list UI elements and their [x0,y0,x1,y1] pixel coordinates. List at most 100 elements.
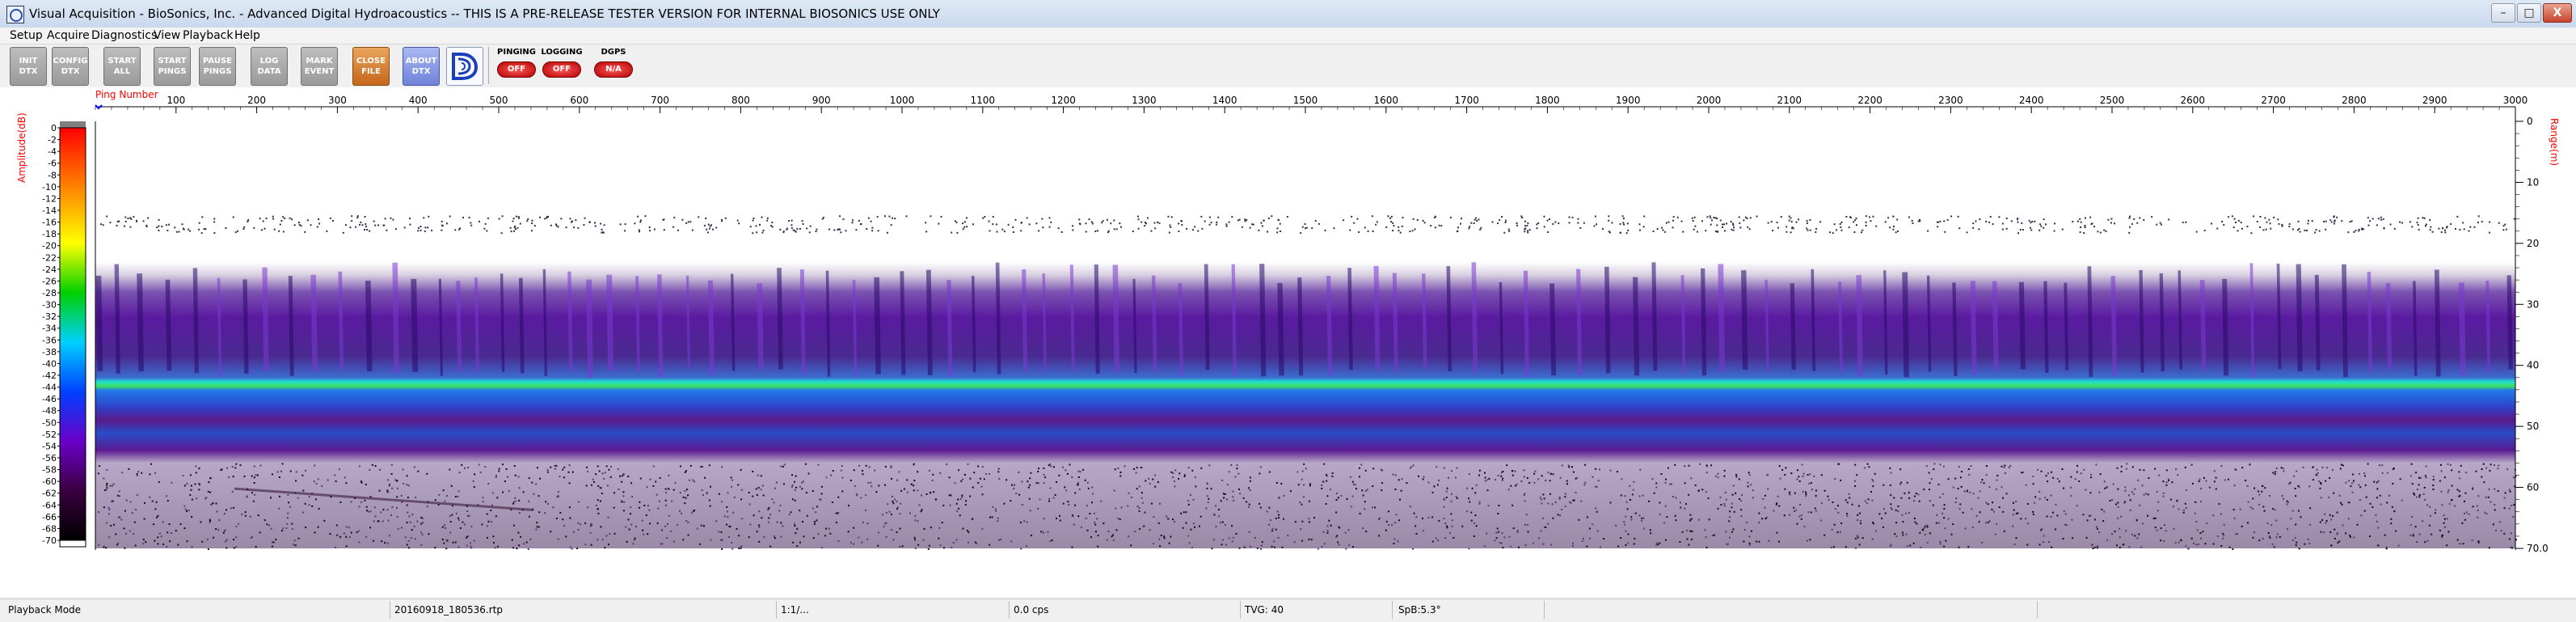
echogram-chart[interactable]: 0-2-4-6-8-10-12-14-16-18-20-22-24-26-28-… [0,87,2576,599]
echo-speckle-dot [2425,223,2427,226]
echo-speckle-dot [1890,472,1892,474]
maximize-button[interactable]: □ [2517,3,2541,23]
echo-speckle-dot [1102,220,1104,222]
echo-speckle-dot [1079,471,1081,473]
echo-speckle-dot [841,490,844,493]
echo-speckle-dot [1389,217,1391,219]
echo-speckle-dot [1790,472,1793,475]
menu-help[interactable]: Help [234,29,260,42]
init-dtx-button[interactable]: INIT DTX [10,47,47,86]
echo-speckle-dot [687,494,689,497]
echo-speckle-dot [2187,547,2190,549]
menu-setup[interactable]: Setup [10,29,43,42]
echo-speckle-dot [2005,493,2008,495]
echo-speckle-dot [528,477,530,480]
menu-diagnostics[interactable]: Diagnostics [91,29,157,42]
echo-speckle-dot [1568,216,1570,218]
echo-speckle-dot [539,477,542,480]
echo-speckle-dot [462,521,464,523]
echo-speckle-dot [546,471,549,473]
echo-speckle-dot [1434,226,1436,229]
echo-speckle-dot [710,539,712,541]
echo-speckle-dot [517,476,520,478]
menu-view[interactable]: View [154,29,180,42]
echo-speckle-dot [1495,479,1497,481]
echo-speckle-dot [1920,546,1922,548]
echo-speckle-dot [2388,494,2390,497]
echo-speckle-dot [1127,505,1129,507]
about-dtx-button[interactable]: ABOUT DTX [403,47,440,86]
echo-speckle-dot [1249,545,1251,548]
echo-speckle-dot [1469,226,1471,228]
echo-speckle-dot [799,510,801,512]
echo-speckle-dot [512,547,515,549]
echo-speckle-dot [567,471,570,473]
echo-speckle-dot [1235,532,1237,535]
echo-speckle-dot [1300,232,1302,235]
echo-speckle-dot [300,225,302,227]
echo-speckle-dot [712,228,715,231]
echo-speckle-dot [2428,524,2431,527]
echo-speckle-dot [2074,478,2076,480]
echo-speckle-dot [791,224,793,226]
echo-speckle-dot [141,472,143,474]
echo-speckle-dot [877,544,879,547]
echo-speckle-dot [2280,467,2283,469]
start-all-button[interactable]: START ALL [103,47,141,86]
echo-speckle-dot [1409,467,1411,469]
echo-speckle-dot [2441,534,2443,536]
echo-speckle-dot [2425,476,2427,479]
echo-speckle-dot [709,227,711,230]
echo-speckle-dot [604,472,606,474]
log-data-button[interactable]: LOG DATA [251,47,288,86]
amplitude-tick-label: -24 [42,264,57,275]
echo-speckle-dot [518,499,521,501]
echo-plume-streak [1446,265,1452,372]
echo-speckle-dot [1137,218,1140,221]
echo-speckle-dot [1048,500,1051,502]
echo-speckle-dot [1582,537,1584,539]
echo-speckle-dot [757,487,760,489]
echo-speckle-dot [318,218,320,220]
echo-speckle-dot [740,468,742,471]
pause-pings-button[interactable]: PAUSE PINGS [199,47,236,86]
echo-speckle-dot [2304,543,2306,545]
echo-speckle-dot [1321,487,1323,489]
echo-speckle-dot [1857,505,1860,507]
echo-speckle-dot [1611,222,1613,224]
echo-speckle-dot [1943,517,1946,519]
echo-speckle-dot [866,538,869,540]
echo-speckle-dot [1688,464,1690,467]
echo-speckle-dot [554,464,556,467]
echo-speckle-dot [791,219,793,222]
menu-acquire[interactable]: Acquire [47,29,90,42]
echo-speckle-dot [1346,497,1348,500]
mark-event-button[interactable]: MARK EVENT [301,47,338,86]
echo-speckle-dot [962,228,964,231]
close-window-button[interactable]: X [2543,3,2572,23]
minimize-button[interactable]: – [2491,3,2515,23]
menu-playback[interactable]: Playback [183,29,233,42]
echo-speckle-dot [1280,483,1283,485]
echo-speckle-dot [795,531,797,534]
echo-speckle-dot [1657,543,1659,545]
echo-speckle-dot [1303,496,1305,498]
config-dtx-button[interactable]: CONFIG DTX [52,47,89,86]
echo-speckle-dot [356,531,358,533]
echo-speckle-dot [1422,530,1424,532]
echo-speckle-dot [2350,485,2352,488]
start-pings-button[interactable]: START PINGS [154,47,191,86]
echo-speckle-dot [1249,489,1251,492]
close-file-button[interactable]: CLOSE FILE [352,47,390,86]
echo-speckle-dot [380,511,382,514]
echo-speckle-dot [1599,546,1601,548]
echo-speckle-dot [1571,544,1574,547]
echo-speckle-dot [623,501,626,503]
echo-speckle-dot [1620,537,1622,539]
biosonics-logo-icon[interactable] [446,47,483,86]
echo-speckle-dot [1849,497,1851,499]
echo-speckle-dot [1803,526,1806,528]
echo-speckle-dot [830,474,833,476]
echo-speckle-dot [2447,491,2449,493]
echo-speckle-dot [2252,508,2254,510]
